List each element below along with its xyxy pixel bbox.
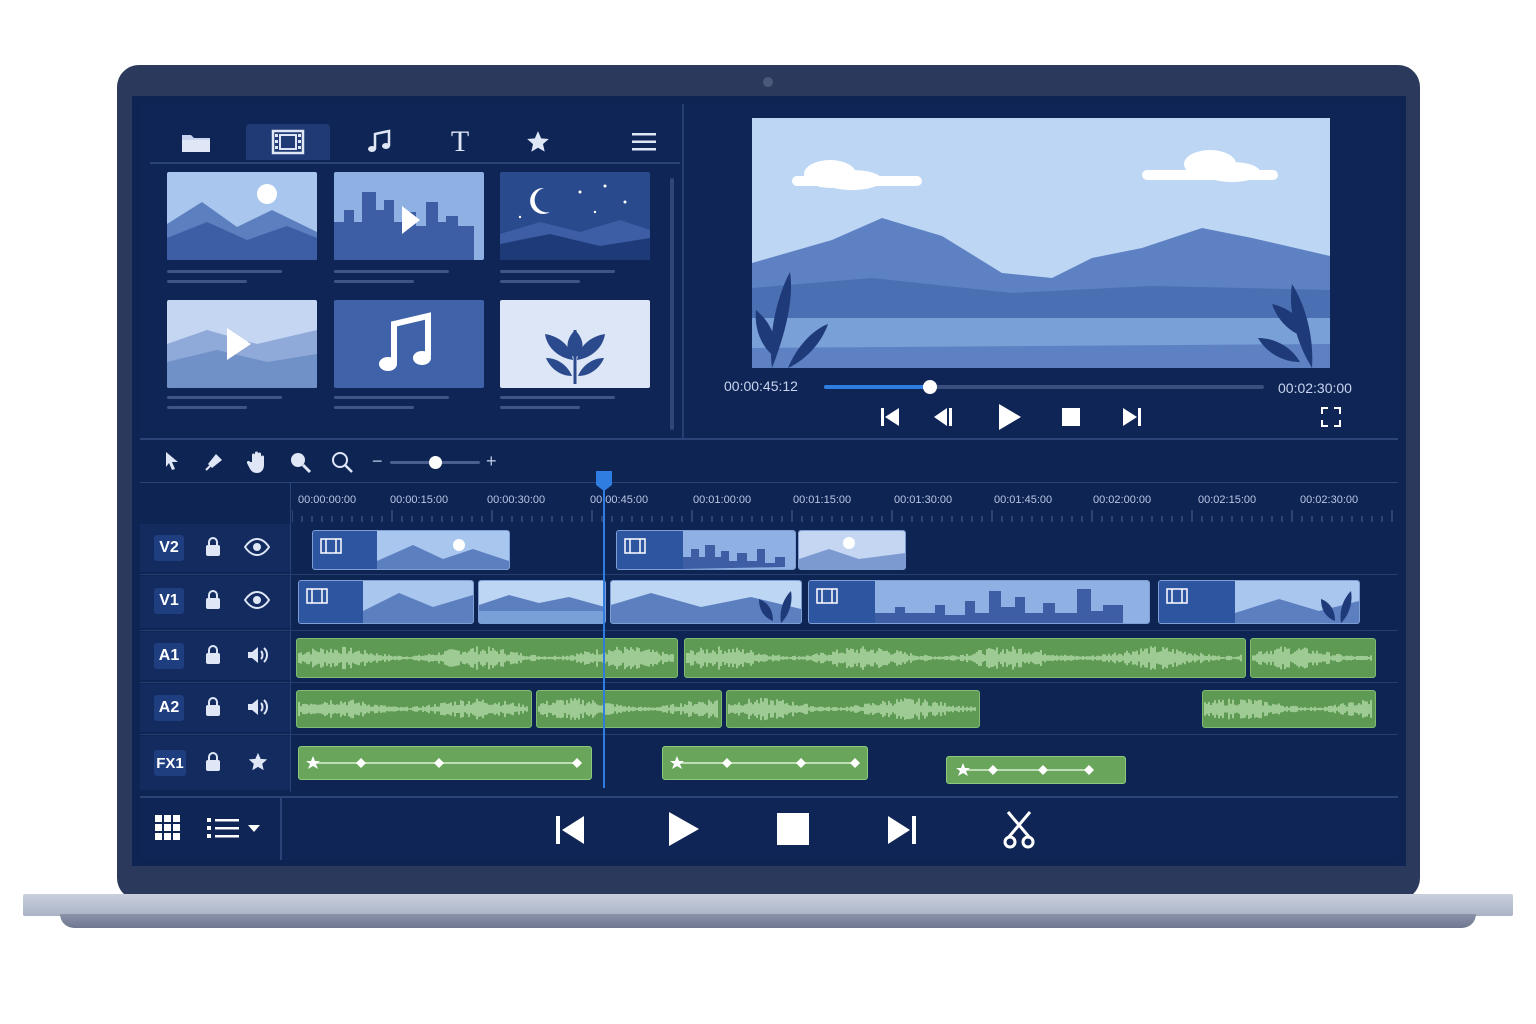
sun-clip-thumbnail — [799, 531, 905, 569]
timeline-clip[interactable] — [808, 580, 1150, 624]
waveform-path — [298, 698, 528, 720]
audio-waveform — [1204, 698, 1372, 720]
track-header-a1: A1 — [140, 632, 290, 680]
lock-icon[interactable] — [204, 589, 222, 611]
playhead-handle[interactable] — [595, 470, 613, 492]
audio-clip[interactable] — [1250, 638, 1376, 678]
audio-waveform — [538, 698, 718, 720]
audio-clip[interactable] — [684, 638, 1246, 678]
waveform-path — [1252, 646, 1372, 670]
play-icon[interactable] — [666, 810, 702, 848]
ruler-label: 00:01:30:00 — [894, 494, 953, 506]
audio-clip[interactable] — [296, 690, 532, 728]
track-label-v2: V2 — [154, 535, 184, 561]
audio-clip[interactable] — [536, 690, 722, 728]
timeline-clip[interactable] — [798, 530, 906, 570]
waveform-path — [686, 646, 1242, 670]
audio-clip[interactable] — [1202, 690, 1376, 728]
lake-clip-thumbnail — [479, 581, 605, 623]
landscape-clip-thumbnail — [313, 531, 509, 569]
ruler-label: 00:02:30:00 — [1300, 494, 1359, 506]
track-label-a2: A2 — [154, 695, 184, 721]
eye-icon[interactable] — [244, 538, 270, 556]
ruler-label: 00:02:00:00 — [1093, 494, 1152, 506]
track-header-v2: V2 — [140, 524, 290, 572]
lock-icon[interactable] — [204, 751, 222, 773]
fx-keyframes — [306, 756, 582, 769]
audio-clip[interactable] — [726, 690, 980, 728]
audio-waveform — [1252, 646, 1372, 670]
stop-icon[interactable] — [776, 812, 810, 846]
fx-keyframes — [670, 756, 860, 769]
speaker-icon[interactable] — [246, 697, 270, 717]
city-clip-thumbnail — [617, 531, 795, 569]
webcam — [763, 77, 773, 87]
waveform-path — [1204, 698, 1372, 720]
fx-clip[interactable] — [946, 756, 1126, 784]
track-header-fx1: FX1 — [140, 736, 290, 790]
video-editor-screen: T 00:00:45:12 00:02:30:00 − + 00:00:00:0… — [132, 96, 1406, 866]
lock-icon[interactable] — [204, 696, 222, 718]
ruler-label: 00:01:45:00 — [994, 494, 1053, 506]
grid-view-icon[interactable] — [154, 814, 182, 842]
timeline-clip[interactable] — [1158, 580, 1360, 624]
track-label-v1: V1 — [154, 588, 184, 614]
leaf-clip-thumbnail — [1159, 581, 1359, 623]
ruler-label: 00:00:00:00 — [298, 494, 357, 506]
audio-clip[interactable] — [296, 638, 678, 678]
waveform-path — [728, 697, 976, 721]
ruler-label: 00:00:45:00 — [590, 494, 649, 506]
audio-waveform — [686, 646, 1242, 670]
fx-clip[interactable] — [298, 746, 592, 780]
audio-waveform — [728, 697, 976, 721]
ruler-ticks — [292, 510, 1393, 522]
track-header-v1: V1 — [140, 576, 290, 628]
scissors-cut-icon[interactable] — [1002, 810, 1036, 850]
waveform-path — [298, 646, 674, 670]
laptop-base — [23, 894, 1513, 916]
skip-to-start-icon[interactable] — [554, 814, 586, 846]
timeline-clip[interactable] — [616, 530, 796, 570]
skip-to-end-icon[interactable] — [886, 814, 918, 846]
ruler-label: 00:01:15:00 — [793, 494, 852, 506]
timeline-ruler[interactable]: 00:00:00:00 00:00:15:00 00:00:30:00 00:0… — [132, 96, 1406, 526]
timeline-clip[interactable] — [312, 530, 510, 570]
playhead-line — [603, 484, 605, 788]
ruler-label: 00:00:15:00 — [390, 494, 449, 506]
fx-clip[interactable] — [662, 746, 868, 780]
fx-keyframes — [956, 763, 1094, 776]
list-view-dropdown-icon[interactable] — [206, 816, 264, 840]
lock-icon[interactable] — [204, 644, 222, 666]
ruler-label: 00:00:30:00 — [487, 494, 546, 506]
waveform-path — [538, 698, 718, 720]
audio-waveform — [298, 646, 674, 670]
bottom-divider — [280, 798, 282, 860]
star-icon[interactable] — [246, 751, 270, 773]
track-header-a2: A2 — [140, 684, 290, 732]
track-label-fx1: FX1 — [154, 750, 186, 776]
ruler-label: 00:02:15:00 — [1198, 494, 1257, 506]
laptop-base-foot — [60, 914, 1476, 928]
lock-icon[interactable] — [204, 536, 222, 558]
eye-icon[interactable] — [244, 591, 270, 609]
leaf-clip-thumbnail — [611, 581, 801, 623]
audio-waveform — [298, 698, 528, 720]
timeline-clip[interactable] — [610, 580, 802, 624]
speaker-icon[interactable] — [246, 645, 270, 665]
bottom-transport-bar — [140, 796, 1398, 860]
city-clip-thumbnail — [809, 581, 1149, 623]
track-label-a1: A1 — [154, 643, 184, 669]
mountain-clip-thumbnail — [299, 581, 473, 623]
ruler-label: 00:01:00:00 — [693, 494, 752, 506]
timeline-clip[interactable] — [298, 580, 474, 624]
timeline-clip[interactable] — [478, 580, 606, 624]
